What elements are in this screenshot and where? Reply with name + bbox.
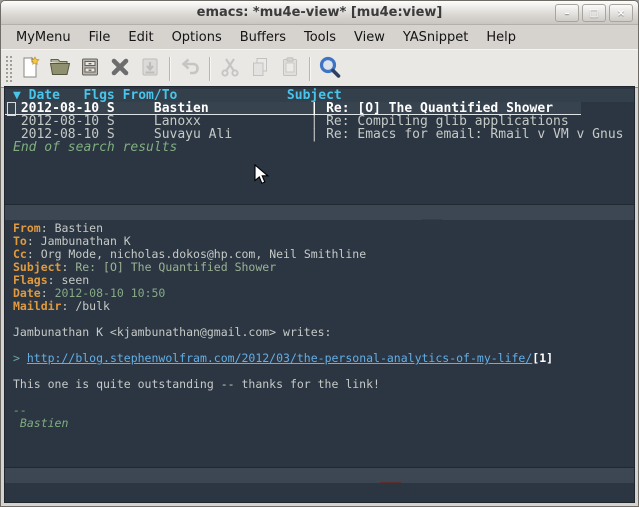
menu-options[interactable]: Options — [163, 28, 231, 47]
mu4e-headers-window: ▼ Date Flgs From/To Subject 2012-08-10 S… — [5, 87, 634, 204]
mouse-cursor — [254, 164, 270, 186]
toolbar-separator — [309, 57, 311, 81]
search-button[interactable] — [315, 54, 345, 84]
field-value: Re: [O] The Quantified Shower — [75, 260, 276, 274]
paste-button[interactable] — [275, 54, 305, 84]
menu-buffers[interactable]: Buffers — [231, 28, 295, 47]
end-of-search-results-text: End of search results — [5, 141, 634, 154]
new-file-icon — [18, 55, 42, 83]
window-title: emacs: *mu4e-view* [mu4e:view] — [197, 5, 443, 20]
cut-button[interactable] — [215, 54, 245, 84]
field-subject: Subject: Re: [O] The Quantified Shower — [5, 261, 634, 274]
field-value: Jambunathan K — [41, 234, 131, 248]
field-value: /bulk — [75, 299, 110, 313]
save-button[interactable] — [75, 54, 105, 84]
modeline-mu4e-view[interactable]: *mu4e-view* ( 1, 0) [All/372] [mu4e:view… — [5, 467, 634, 483]
field-maildir: Maildir: /bulk — [5, 300, 634, 313]
menu-tools[interactable]: Tools — [295, 28, 345, 47]
menubar: MyMenu File Edit Options Buffers Tools V… — [1, 25, 638, 49]
mu4e-view-window: From: Bastien To: Jambunathan K Cc: Org … — [5, 220, 634, 467]
body-greeting: Jambunathan K <kjambunathan@gmail.com> w… — [5, 326, 634, 339]
toolbar-drag-handle[interactable] — [4, 54, 12, 84]
field-label: To — [13, 234, 27, 248]
menu-yasnippet[interactable]: YASnippet — [394, 28, 478, 47]
footnote-marker[interactable]: [1] — [532, 351, 553, 365]
signature-separator: -- — [5, 404, 634, 417]
titlebar[interactable]: emacs: *mu4e-view* [mu4e:view] – □ × — [1, 1, 638, 25]
field-label: Date — [13, 286, 41, 300]
field-separator: : — [48, 273, 62, 287]
emacs-frame-content: ▼ Date Flgs From/To Subject 2012-08-10 S… — [4, 86, 635, 503]
blank-line — [5, 391, 634, 404]
field-label: Flags — [13, 273, 48, 287]
save-icon — [78, 55, 102, 83]
field-label: Subject — [13, 260, 61, 274]
quote-prefix: > — [13, 351, 27, 365]
field-separator: : — [61, 260, 75, 274]
field-label: From — [13, 221, 41, 235]
body-link[interactable]: http://blog.stephenwolfram.com/2012/03/t… — [27, 351, 532, 365]
modeline-mu4e-headers[interactable]: *mu4e-headers* ( 1, 0) [All/275] [mu4e-h… — [5, 204, 634, 220]
menu-view[interactable]: View — [345, 28, 394, 47]
open-folder-icon — [48, 55, 72, 83]
toolbar-separator — [169, 57, 171, 81]
undo-button[interactable] — [175, 54, 205, 84]
field-separator: : — [27, 234, 41, 248]
field-label: Maildir — [13, 299, 61, 313]
menu-help[interactable]: Help — [477, 28, 525, 47]
field-value: 2012-08-10 10:50 — [55, 286, 166, 300]
window-controls: – □ × — [555, 4, 633, 22]
copy-button[interactable] — [245, 54, 275, 84]
clipboard-icon — [278, 55, 302, 83]
body-quote-line: > http://blog.stephenwolfram.com/2012/03… — [5, 352, 634, 365]
scissors-icon — [218, 55, 242, 83]
emacs-window: emacs: *mu4e-view* [mu4e:view] – □ × MyM… — [0, 0, 639, 507]
save-as-button[interactable] — [135, 54, 165, 84]
field-value: seen — [61, 273, 89, 287]
menu-mymenu[interactable]: MyMenu — [7, 28, 80, 47]
minimize-button[interactable]: – — [555, 4, 579, 22]
field-value: Org Mode, nicholas.dokos@hp.com, Neil Sm… — [41, 247, 366, 261]
toolbar — [1, 49, 638, 88]
close-x-icon — [108, 55, 132, 83]
menu-edit[interactable]: Edit — [119, 28, 162, 47]
field-value: Bastien — [55, 221, 103, 235]
hollow-cursor — [7, 102, 16, 116]
search-icon — [317, 54, 343, 84]
new-file-button[interactable] — [15, 54, 45, 84]
field-separator: : — [41, 286, 55, 300]
field-separator: : — [27, 247, 41, 261]
menu-file[interactable]: File — [80, 28, 120, 47]
echo-area[interactable] — [5, 483, 634, 502]
field-separator: : — [61, 299, 75, 313]
field-separator: : — [41, 221, 55, 235]
delete-buffer-button[interactable] — [105, 54, 135, 84]
body-comment: This one is quite outstanding -- thanks … — [5, 378, 634, 391]
toolbar-separator — [209, 57, 211, 81]
copy-icon — [248, 55, 272, 83]
undo-icon — [178, 55, 202, 83]
field-label: Cc — [13, 247, 27, 261]
close-button[interactable]: × — [609, 4, 633, 22]
signature-name: Bastien — [5, 417, 634, 430]
maximize-button[interactable]: □ — [582, 4, 606, 22]
save-as-icon — [138, 55, 162, 83]
open-folder-button[interactable] — [45, 54, 75, 84]
